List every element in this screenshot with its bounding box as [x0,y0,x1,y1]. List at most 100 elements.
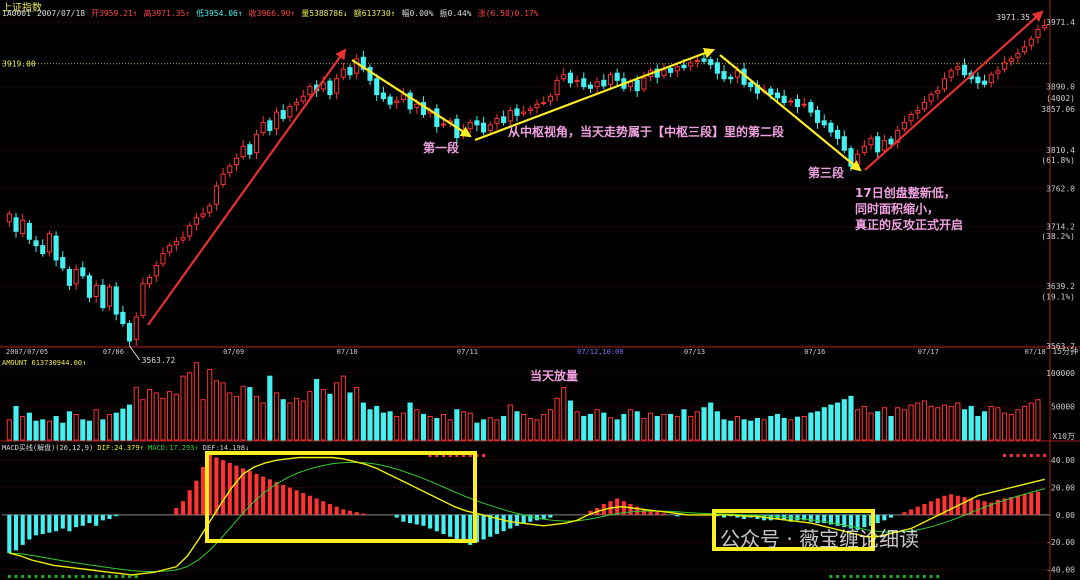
signal-dot-green [936,575,940,578]
signal-dot-green [889,575,893,578]
candle-body [835,129,841,139]
signal-dot-green [54,575,58,578]
macd-bar [301,493,306,515]
volume-bar [280,399,286,441]
macd-bar [929,501,934,515]
macd-bar [401,514,406,522]
candle-body [126,323,133,342]
macd-bar [180,501,186,515]
volume-bar [594,409,600,441]
volume-bar [654,415,660,441]
candle-body [227,165,233,174]
volume-bar [988,405,994,441]
candle-body [781,95,787,104]
volume-bar [193,362,199,441]
candle-body [901,121,907,130]
candle-body [207,205,213,213]
candle-body [240,145,246,158]
candle-body [521,111,527,115]
macd-bar [87,514,92,524]
date-tick: 07/13 [684,348,705,356]
macd-bar [307,495,312,515]
candle-body [414,103,420,108]
volume-bar [293,397,300,441]
candle-body [247,144,253,155]
macd-bar [501,514,506,532]
candle-body [481,122,487,133]
candle-body [915,110,921,114]
volume-bar [507,404,513,441]
volume-bar [734,415,740,441]
macd-bar [321,501,326,515]
macd-bar [254,473,259,515]
candle-body [1022,46,1028,53]
candle-body [13,217,19,232]
candle-body [1042,24,1048,29]
macd-bar [20,514,25,545]
stock-chart[interactable]: 3971.4 3890.0 (4002) 3857.06 3810.4(61.8%) 37… [0,0,1080,580]
macd-bar [902,512,907,515]
macd-label: MACD买线(解盘)(26,12,9) DIF:24.379↑ MACD:17.… [2,443,249,452]
candle-body [768,88,774,96]
candle-body [300,95,306,102]
volume-bar [273,392,280,441]
price-axis-label: 3639.2 [1046,282,1075,291]
candle-body [147,276,153,285]
candle-body [26,222,32,240]
macd-bar [334,506,339,515]
volume-bar [93,409,99,441]
macd-bar [975,499,980,515]
macd-bar [661,513,667,515]
volume-bar [380,412,386,441]
macd-bar [862,514,867,528]
macd-bar [808,514,813,522]
volume-bar [935,407,941,441]
macd-bar [261,476,266,515]
macd-bar [488,514,493,537]
macd-bar [548,514,553,518]
macd-bar [247,471,252,515]
signal-dot-green [108,575,112,578]
candle-body [40,245,46,255]
volume-bar [447,419,453,441]
candle-body [487,124,493,131]
volume-bar [968,405,974,441]
candle-body [514,108,520,116]
volume-bar [147,389,153,441]
signal-dot-red [1043,454,1047,457]
volume-bar [240,385,246,441]
candle-body [928,94,934,102]
volume-bar [721,419,727,441]
annotation-volume: 当天放量 [530,368,578,383]
signal-dot-green [74,575,78,578]
candle-body [73,268,79,285]
volume-bar [587,413,594,441]
candle-body [113,286,119,315]
volume-bar [627,409,634,441]
volume-bar [694,411,700,441]
volume-bar [821,407,827,441]
signal-dot-green [41,575,45,578]
volume-bar [514,411,520,441]
candle-body [828,122,834,133]
volume-bar [100,419,106,441]
macd-bar [234,465,239,515]
candle-body [66,268,73,286]
candle-body [1028,38,1034,46]
candle-body [875,136,881,153]
candle-body [668,67,674,73]
macd-bar [13,514,19,551]
candle-body [688,62,694,67]
macd-bar [94,514,99,526]
volume-bar [113,412,119,441]
period-label: 15分钟 [1052,346,1078,356]
signal-dot-green [94,575,98,578]
volume-bar [828,404,834,441]
volume-bar [394,415,400,441]
volume-bar [200,399,206,441]
volume-bar [213,380,219,441]
candle-body [955,66,961,70]
macd-bar [882,514,887,521]
date-tick: 07/12,10:00 [577,348,623,356]
candle-body [387,96,393,105]
